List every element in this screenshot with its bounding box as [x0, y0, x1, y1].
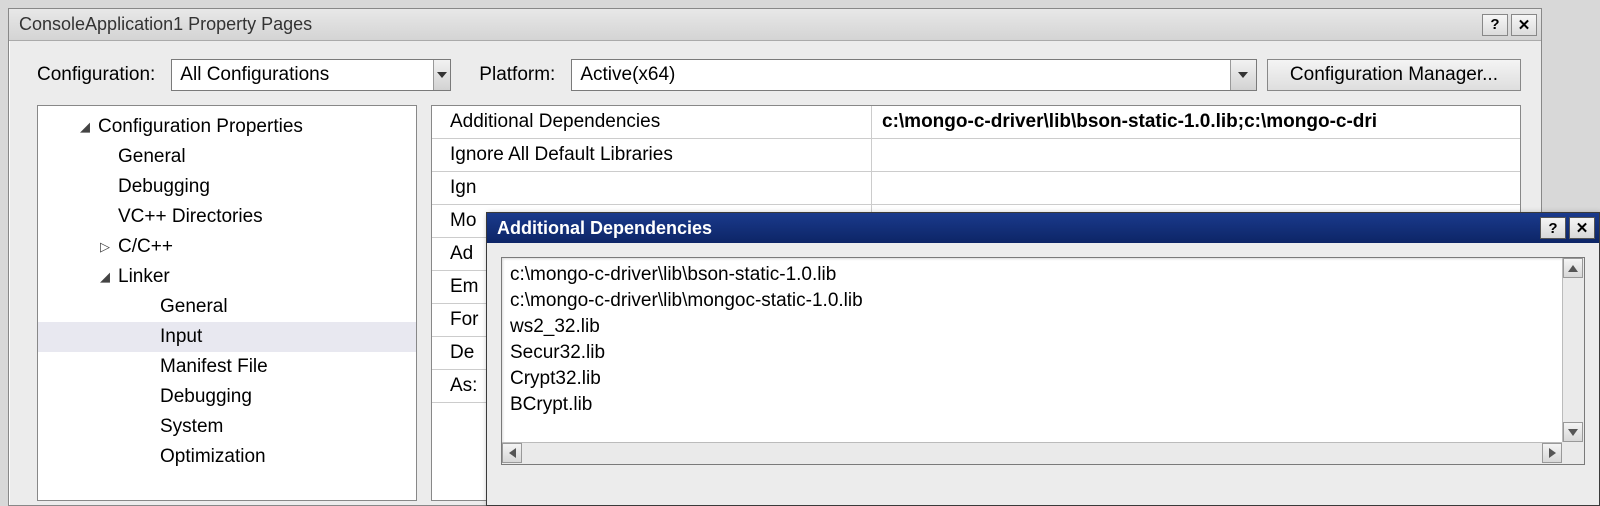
platform-dropdown-arrow[interactable] [1230, 60, 1256, 90]
additional-dependencies-dialog: Additional Dependencies ? ✕ c:\mongo-c-d… [486, 212, 1600, 506]
scroll-up-button[interactable] [1563, 258, 1583, 278]
tree-collapsed-icon: ▷ [96, 239, 114, 255]
main-window-title: ConsoleApplication1 Property Pages [19, 14, 1479, 35]
platform-combo[interactable] [571, 59, 1257, 91]
grid-row-ignore-all-default[interactable]: Ignore All Default Libraries [432, 139, 1520, 172]
chevron-down-icon [1238, 72, 1248, 78]
prop-name: Additional Dependencies [432, 106, 872, 138]
dialog-titlebar: Additional Dependencies ? ✕ [487, 213, 1599, 243]
help-icon: ? [1490, 16, 1499, 33]
dialog-help-button[interactable]: ? [1540, 217, 1566, 239]
tree-expanded-icon: ◢ [76, 119, 94, 135]
horizontal-scrollbar[interactable] [502, 442, 1562, 464]
dialog-body: c:\mongo-c-driver\lib\bson-static-1.0.li… [487, 243, 1599, 479]
vertical-scrollbar[interactable] [1562, 258, 1584, 442]
tree-item-linker[interactable]: ◢ Linker [38, 262, 416, 292]
tree-pane[interactable]: ◢ Configuration Properties General Debug… [37, 105, 417, 501]
tree-item-debugging[interactable]: Debugging [38, 172, 416, 202]
prop-value[interactable]: c:\mongo-c-driver\lib\bson-static-1.0.li… [872, 106, 1520, 138]
dependencies-textarea[interactable]: c:\mongo-c-driver\lib\bson-static-1.0.li… [501, 257, 1585, 465]
scroll-left-button[interactable] [502, 443, 522, 463]
dependencies-text[interactable]: c:\mongo-c-driver\lib\bson-static-1.0.li… [502, 258, 1562, 442]
platform-value[interactable] [572, 62, 1230, 88]
tree-root-label: Configuration Properties [98, 116, 303, 138]
prop-value[interactable] [872, 172, 1520, 204]
scroll-down-button[interactable] [1563, 422, 1583, 442]
tree-root[interactable]: ◢ Configuration Properties [38, 112, 416, 142]
tree-expanded-icon: ◢ [96, 269, 114, 285]
scroll-right-button[interactable] [1542, 443, 1562, 463]
arrow-down-icon [1568, 429, 1578, 436]
tree-item-ccpp[interactable]: ▷ C/C++ [38, 232, 416, 262]
close-icon: ✕ [1518, 16, 1531, 34]
scrollbar-corner [1562, 442, 1584, 464]
prop-value[interactable] [872, 139, 1520, 171]
configuration-combo[interactable] [171, 59, 451, 91]
dialog-close-button[interactable]: ✕ [1569, 217, 1595, 239]
main-titlebar: ConsoleApplication1 Property Pages ? ✕ [9, 9, 1541, 41]
grid-row[interactable]: Ign [432, 172, 1520, 205]
chevron-down-icon [437, 72, 447, 78]
arrow-left-icon [509, 448, 516, 458]
arrow-right-icon [1549, 448, 1556, 458]
config-row: Configuration: Platform: Configuration M… [9, 41, 1541, 105]
tree-item-linker-manifest[interactable]: Manifest File [38, 352, 416, 382]
tree-item-linker-system[interactable]: System [38, 412, 416, 442]
help-icon: ? [1548, 220, 1557, 237]
tree-item-general[interactable]: General [38, 142, 416, 172]
main-help-button[interactable]: ? [1482, 14, 1508, 36]
prop-name: Ignore All Default Libraries [432, 139, 872, 171]
configuration-label: Configuration: [37, 64, 155, 86]
arrow-up-icon [1568, 265, 1578, 272]
tree-item-linker-optimization[interactable]: Optimization [38, 442, 416, 472]
tree-item-linker-general[interactable]: General [38, 292, 416, 322]
tree-item-linker-debugging[interactable]: Debugging [38, 382, 416, 412]
dialog-title: Additional Dependencies [497, 218, 1537, 239]
prop-name: Ign [432, 172, 872, 204]
tree-item-linker-input[interactable]: Input [38, 322, 416, 352]
tree-item-vcdirs[interactable]: VC++ Directories [38, 202, 416, 232]
grid-row-additional-dependencies[interactable]: Additional Dependencies c:\mongo-c-drive… [432, 106, 1520, 139]
main-close-button[interactable]: ✕ [1511, 14, 1537, 36]
close-icon: ✕ [1576, 219, 1589, 237]
configuration-manager-button[interactable]: Configuration Manager... [1267, 59, 1521, 91]
configuration-value[interactable] [172, 62, 433, 88]
platform-label: Platform: [479, 64, 555, 86]
configuration-dropdown-arrow[interactable] [433, 60, 450, 90]
